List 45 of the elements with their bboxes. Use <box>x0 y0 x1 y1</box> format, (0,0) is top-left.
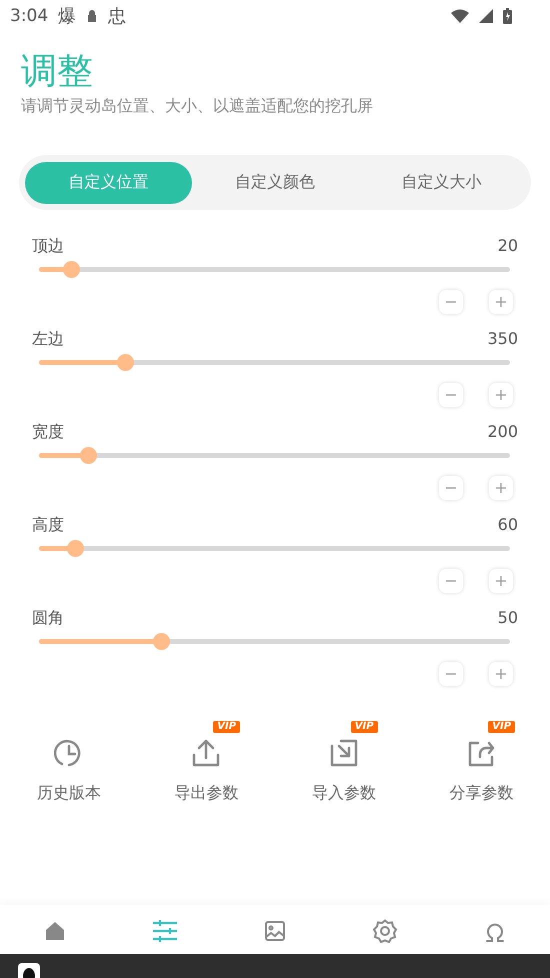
page-subtitle: 请调节灵动岛位置、大小、以遮盖适配您的挖孔屏 <box>21 96 374 117</box>
increase-button[interactable]: + <box>489 290 513 314</box>
action-label[interactable]: 分享参数 <box>449 783 514 804</box>
vip-badge: VIP <box>350 721 378 733</box>
vip-badge: VIP <box>213 721 240 733</box>
tab[interactable]: 自定义颜色 <box>192 162 358 204</box>
settings-nav-icon[interactable] <box>373 919 397 943</box>
home-nav-icon[interactable] <box>44 919 66 943</box>
slider-value: 20 <box>498 236 518 257</box>
tab[interactable]: 自定义大小 <box>358 162 526 204</box>
slider-value: 60 <box>498 515 518 536</box>
signal-icon <box>479 9 493 23</box>
slider-label: 高度 <box>32 515 64 536</box>
upload-icon[interactable] <box>191 738 222 768</box>
notification-glyph: 爆 <box>58 5 76 28</box>
decrease-button[interactable]: − <box>439 569 463 593</box>
action-label[interactable]: 导出参数 <box>174 783 238 804</box>
lock-icon <box>86 9 98 23</box>
increase-button[interactable]: + <box>489 476 513 500</box>
slider-label: 顶边 <box>32 236 64 257</box>
adjust-nav-icon[interactable] <box>152 919 178 943</box>
page-title: 调整 <box>21 50 94 94</box>
slider-label: 宽度 <box>32 422 64 443</box>
slider-value: 350 <box>487 329 518 350</box>
increase-button[interactable]: + <box>489 383 513 407</box>
vip-badge: VIP <box>488 721 516 733</box>
battery-icon <box>503 8 512 24</box>
slider-label: 左边 <box>32 329 64 350</box>
tab[interactable]: 自定义位置 <box>25 162 192 204</box>
increase-button[interactable]: + <box>489 662 513 686</box>
import-icon[interactable] <box>328 738 359 768</box>
slider-value: 50 <box>498 608 518 629</box>
decrease-button[interactable]: − <box>439 290 463 314</box>
decrease-button[interactable]: − <box>439 662 463 686</box>
action-label[interactable]: 导入参数 <box>312 783 376 804</box>
action-label[interactable]: 历史版本 <box>36 783 101 804</box>
status-time: 3:04 <box>10 6 48 26</box>
decrease-button[interactable]: − <box>439 383 463 407</box>
slider-label: 圆角 <box>32 608 64 629</box>
increase-button[interactable]: + <box>489 569 513 593</box>
notification-glyph: 忠 <box>108 5 126 28</box>
slider-value: 200 <box>487 422 518 443</box>
wifi-icon <box>451 9 469 23</box>
decrease-button[interactable]: − <box>439 476 463 500</box>
wallpaper-nav-icon[interactable] <box>264 919 286 943</box>
